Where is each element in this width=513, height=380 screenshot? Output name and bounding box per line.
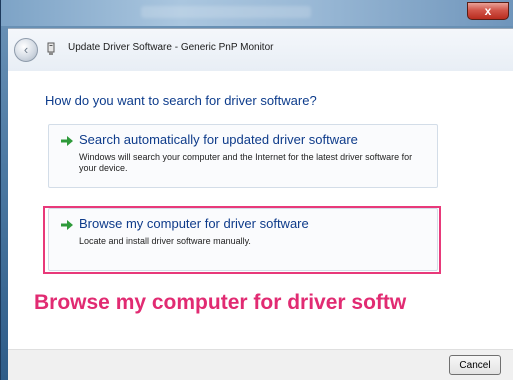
green-arrow-icon [61,220,73,230]
option-browse-computer[interactable]: Browse my computer for driver software L… [48,208,438,271]
option-title: Search automatically for updated driver … [79,132,358,147]
back-button[interactable]: ‹ [14,38,38,62]
back-arrow-icon: ‹ [23,42,29,57]
navigation-bar: ‹ Update Driver Software - Generic PnP M… [8,29,513,71]
option-description: Locate and install driver software manua… [79,236,251,246]
title-bar [1,0,513,26]
option-title: Browse my computer for driver software [79,216,309,231]
green-arrow-icon [61,136,73,146]
option-search-automatically[interactable]: Search automatically for updated driver … [48,124,438,188]
background-window-title [141,6,311,18]
option-description: Windows will search your computer and th… [79,152,413,173]
dialog-panel: ‹ Update Driver Software - Generic PnP M… [8,28,513,380]
cancel-button[interactable]: Cancel [449,355,501,375]
dialog-title: Update Driver Software - Generic PnP Mon… [68,42,274,53]
dialog-footer: Cancel [8,349,513,380]
monitor-device-icon [47,42,55,55]
instruction-caption: Browse my computer for driver softw [34,291,407,314]
close-button[interactable]: x [467,2,509,20]
page-heading: How do you want to search for driver sof… [45,93,317,108]
close-icon: x [484,4,492,18]
